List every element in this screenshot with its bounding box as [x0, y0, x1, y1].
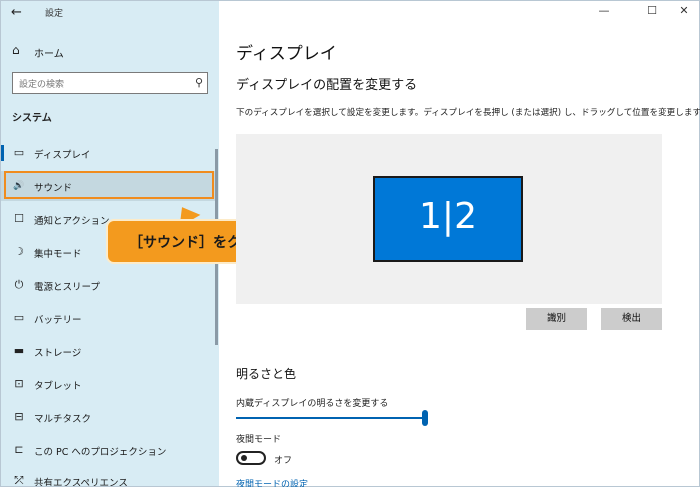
sidebar-item-storage[interactable]: ▬ ストレージ	[1, 336, 215, 366]
brightness-label: 内蔵ディスプレイの明るさを変更する	[236, 399, 389, 409]
tablet-icon: ⊡	[14, 377, 24, 390]
back-arrow-icon[interactable]: ←	[11, 4, 31, 22]
sidebar-item-label: この PC へのプロジェクション	[34, 447, 167, 458]
notification-icon: ☐	[14, 212, 24, 225]
search-icon[interactable]: ⚲	[195, 76, 203, 89]
sidebar-item-label: 電源とスリープ	[34, 282, 100, 293]
arrangement-description: 下のディスプレイを選択して設定を変更します。ディスプレイを長押し (または選択)…	[236, 108, 700, 118]
sidebar-item-home[interactable]: ⌂ ホーム	[1, 39, 219, 63]
minimize-icon[interactable]: —	[596, 4, 612, 17]
night-mode-label: 夜間モード	[236, 435, 282, 445]
night-mode-toggle[interactable]	[236, 451, 266, 465]
sidebar-item-label: バッテリー	[34, 315, 82, 326]
search-input[interactable]: 設定の検索 ⚲	[12, 72, 208, 94]
sidebar-item-display[interactable]: ▭ ディスプレイ	[1, 138, 215, 168]
detect-button[interactable]: 検出	[601, 308, 662, 330]
battery-icon: ▭	[13, 311, 25, 324]
sidebar-item-label: 通知とアクション	[34, 216, 110, 227]
monitor-tile[interactable]: 1|2	[373, 176, 523, 262]
sidebar-item-label: ホーム	[34, 49, 64, 60]
sidebar-item-tablet[interactable]: ⊡ タブレット	[1, 369, 215, 399]
close-icon[interactable]: ✕	[676, 4, 692, 17]
night-mode-state: オフ	[274, 456, 293, 466]
page-title: ディスプレイ	[236, 44, 337, 64]
brightness-section-heading: 明るさと色	[236, 367, 297, 381]
sidebar-item-power[interactable]: ⏻ 電源とスリープ	[1, 270, 215, 300]
identify-button[interactable]: 識別	[526, 308, 587, 330]
night-mode-settings-link[interactable]: 夜間モードの設定	[236, 477, 308, 487]
sidebar-item-multitasking[interactable]: ⊟ マルチタスク	[1, 402, 215, 432]
brightness-slider-thumb[interactable]	[422, 410, 428, 426]
sidebar-item-label: ディスプレイ	[34, 150, 91, 161]
arrangement-heading: ディスプレイの配置を変更する	[236, 78, 418, 93]
power-icon: ⏻	[14, 278, 24, 291]
sidebar-item-label: マルチタスク	[34, 414, 92, 425]
search-placeholder: 設定の検索	[19, 80, 65, 90]
sidebar-item-label: 共有エクスペリエンス	[34, 478, 128, 486]
app-title: 設定	[45, 9, 64, 19]
sidebar-titlebar: ← 設定	[1, 1, 219, 25]
monitor-number: 1|2	[419, 196, 477, 237]
monitor-icon: ▭	[13, 146, 25, 159]
storage-icon: ▬	[13, 344, 25, 357]
section-heading-system: システム	[12, 113, 52, 124]
maximize-icon[interactable]: ☐	[644, 4, 660, 17]
sidebar-item-shared-experiences[interactable]: ⤱ 共有エクスペリエンス	[1, 466, 215, 486]
display-arrangement-area: 1|2	[236, 134, 662, 304]
sidebar-item-label: タブレット	[34, 381, 82, 392]
brightness-slider-track[interactable]	[236, 417, 426, 419]
sidebar-item-battery[interactable]: ▭ バッテリー	[1, 303, 215, 333]
moon-icon: ☽	[14, 245, 24, 258]
sidebar-item-label: 集中モード	[34, 249, 82, 260]
projection-icon: ⊏	[14, 443, 24, 456]
multitask-icon: ⊟	[14, 410, 24, 423]
sidebar-item-label: ストレージ	[34, 348, 82, 359]
home-icon: ⌂	[12, 43, 20, 57]
sound-highlight-box	[4, 171, 214, 199]
sidebar-item-projection[interactable]: ⊏ この PC へのプロジェクション	[1, 435, 215, 465]
shared-experience-icon: ⤱	[14, 474, 24, 486]
